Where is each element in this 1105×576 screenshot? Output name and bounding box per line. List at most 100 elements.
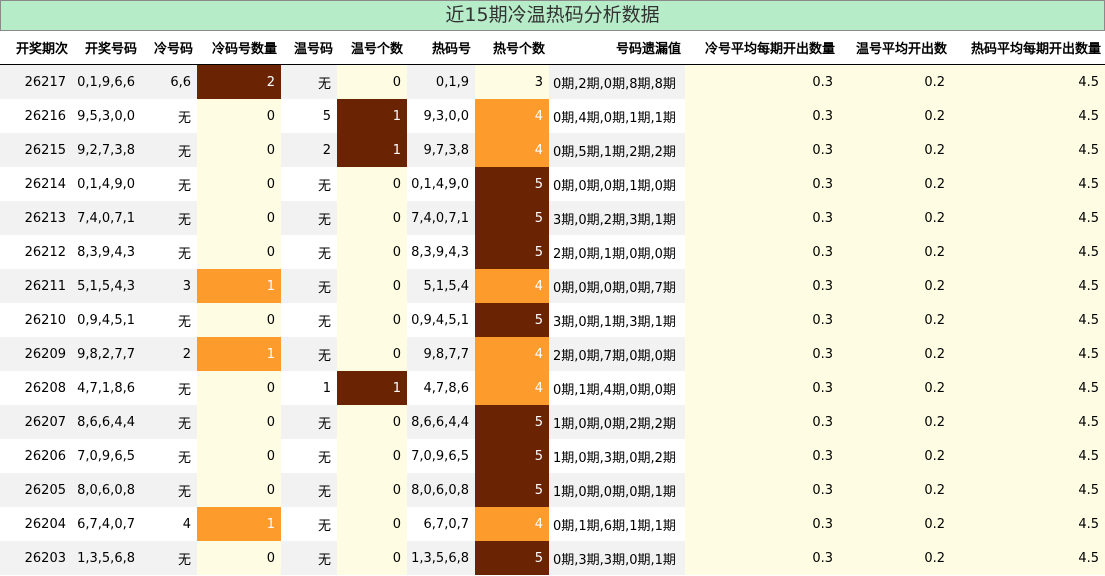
warm-count-cell: 0 [337, 303, 407, 337]
hot-numbers-cell: 1,3,5,6,8 [407, 541, 475, 575]
avg-hot-cell: 4.5 [951, 167, 1105, 201]
cold-count-cell: 0 [197, 371, 281, 405]
avg-cold-cell: 0.3 [685, 133, 839, 167]
avg-hot-cell: 4.5 [951, 133, 1105, 167]
table-row: 26204 6,7,4,0,7 4 1 无 0 6,7,0,7 4 0期,1期,6期,1期,1期… [0, 507, 1105, 541]
hot-cold-analysis-table: 开奖期次 开奖号码 冷号码 冷码号数量 温号码 温号个数 热码号 热号个数 号码… [0, 31, 1105, 575]
draw-numbers-cell: 8,6,6,4,4 [72, 405, 141, 439]
hot-numbers-cell: 6,7,0,7 [407, 507, 475, 541]
avg-cold-cell: 0.3 [685, 507, 839, 541]
warm-count-cell: 1 [337, 133, 407, 167]
warm-count-cell: 0 [337, 507, 407, 541]
table-row: 26215 9,2,7,3,8 无 0 2 1 9,7,3,8 4 0期,5期,1期,2期,2期… [0, 133, 1105, 167]
avg-cold-cell: 0.3 [685, 473, 839, 507]
period-cell: 26212 [0, 235, 72, 269]
cold-count-cell: 1 [197, 269, 281, 303]
warm-numbers-cell: 无 [281, 167, 337, 201]
warm-numbers-cell: 无 [281, 541, 337, 575]
avg-hot-cell: 4.5 [951, 235, 1105, 269]
period-cell: 26217 [0, 64, 72, 99]
warm-count-cell: 0 [337, 541, 407, 575]
header-warm-numbers: 温号码 [281, 31, 337, 65]
miss-values-cell: 0期,0期,0期,0期,7期 [549, 269, 685, 303]
warm-numbers-cell: 无 [281, 337, 337, 371]
miss-values-cell: 0期,1期,4期,0期,0期 [549, 371, 685, 405]
cold-count-cell: 1 [197, 337, 281, 371]
header-cold-count: 冷码号数量 [197, 31, 281, 65]
draw-numbers-cell: 8,0,6,0,8 [72, 473, 141, 507]
avg-hot-cell: 4.5 [951, 405, 1105, 439]
hot-count-cell: 4 [475, 269, 549, 303]
header-draw-numbers: 开奖号码 [72, 31, 141, 65]
avg-hot-cell: 4.5 [951, 64, 1105, 99]
cold-count-cell: 0 [197, 541, 281, 575]
avg-hot-cell: 4.5 [951, 371, 1105, 405]
avg-hot-cell: 4.5 [951, 507, 1105, 541]
hot-numbers-cell: 0,1,4,9,0 [407, 167, 475, 201]
hot-count-cell: 5 [475, 201, 549, 235]
hot-count-cell: 4 [475, 507, 549, 541]
avg-warm-cell: 0.2 [839, 439, 951, 473]
warm-numbers-cell: 无 [281, 269, 337, 303]
table-row: 26217 0,1,9,6,6 6,6 2 无 0 0,1,9 3 0期,2期,0期,8期,8期… [0, 64, 1105, 99]
cold-numbers-cell: 无 [141, 371, 197, 405]
avg-warm-cell: 0.2 [839, 541, 951, 575]
warm-numbers-cell: 无 [281, 405, 337, 439]
hot-numbers-cell: 4,7,8,6 [407, 371, 475, 405]
cold-count-cell: 2 [197, 64, 281, 99]
hot-numbers-cell: 7,4,0,7,1 [407, 201, 475, 235]
hot-count-cell: 5 [475, 405, 549, 439]
warm-count-cell: 0 [337, 64, 407, 99]
period-cell: 26203 [0, 541, 72, 575]
avg-warm-cell: 0.2 [839, 371, 951, 405]
warm-count-cell: 0 [337, 337, 407, 371]
cold-numbers-cell: 无 [141, 541, 197, 575]
period-cell: 26206 [0, 439, 72, 473]
warm-numbers-cell: 无 [281, 201, 337, 235]
warm-count-cell: 0 [337, 439, 407, 473]
avg-cold-cell: 0.3 [685, 269, 839, 303]
avg-warm-cell: 0.2 [839, 269, 951, 303]
warm-count-cell: 1 [337, 371, 407, 405]
miss-values-cell: 0期,0期,0期,1期,0期 [549, 167, 685, 201]
miss-values-cell: 0期,3期,3期,0期,1期 [549, 541, 685, 575]
period-cell: 26213 [0, 201, 72, 235]
avg-cold-cell: 0.3 [685, 167, 839, 201]
header-warm-count: 温号个数 [337, 31, 407, 65]
warm-numbers-cell: 无 [281, 64, 337, 99]
header-hot-numbers: 热码号 [407, 31, 475, 65]
avg-warm-cell: 0.2 [839, 99, 951, 133]
period-cell: 26208 [0, 371, 72, 405]
cold-numbers-cell: 6,6 [141, 64, 197, 99]
miss-values-cell: 0期,5期,1期,2期,2期 [549, 133, 685, 167]
hot-numbers-cell: 9,3,0,0 [407, 99, 475, 133]
warm-count-cell: 0 [337, 473, 407, 507]
avg-warm-cell: 0.2 [839, 473, 951, 507]
period-cell: 26215 [0, 133, 72, 167]
hot-numbers-cell: 9,7,3,8 [407, 133, 475, 167]
hot-count-cell: 5 [475, 541, 549, 575]
warm-numbers-cell: 无 [281, 473, 337, 507]
avg-warm-cell: 0.2 [839, 303, 951, 337]
table-row: 26212 8,3,9,4,3 无 0 无 0 8,3,9,4,3 5 2期,0期,1期,0期,… [0, 235, 1105, 269]
cold-numbers-cell: 2 [141, 337, 197, 371]
warm-count-cell: 0 [337, 269, 407, 303]
cold-count-cell: 0 [197, 235, 281, 269]
draw-numbers-cell: 1,3,5,6,8 [72, 541, 141, 575]
cold-count-cell: 0 [197, 133, 281, 167]
table-row: 26205 8,0,6,0,8 无 0 无 0 8,0,6,0,8 5 1期,0期,0期,0期,… [0, 473, 1105, 507]
avg-hot-cell: 4.5 [951, 541, 1105, 575]
cold-numbers-cell: 3 [141, 269, 197, 303]
hot-count-cell: 4 [475, 99, 549, 133]
period-cell: 26205 [0, 473, 72, 507]
avg-warm-cell: 0.2 [839, 507, 951, 541]
cold-count-cell: 0 [197, 473, 281, 507]
hot-numbers-cell: 9,8,7,7 [407, 337, 475, 371]
warm-numbers-cell: 无 [281, 235, 337, 269]
table-row: 26210 0,9,4,5,1 无 0 无 0 0,9,4,5,1 5 3期,0期,1期,3期,… [0, 303, 1105, 337]
warm-numbers-cell: 1 [281, 371, 337, 405]
miss-values-cell: 0期,2期,0期,8期,8期 [549, 64, 685, 99]
miss-values-cell: 0期,1期,6期,1期,1期 [549, 507, 685, 541]
draw-numbers-cell: 6,7,4,0,7 [72, 507, 141, 541]
avg-hot-cell: 4.5 [951, 337, 1105, 371]
